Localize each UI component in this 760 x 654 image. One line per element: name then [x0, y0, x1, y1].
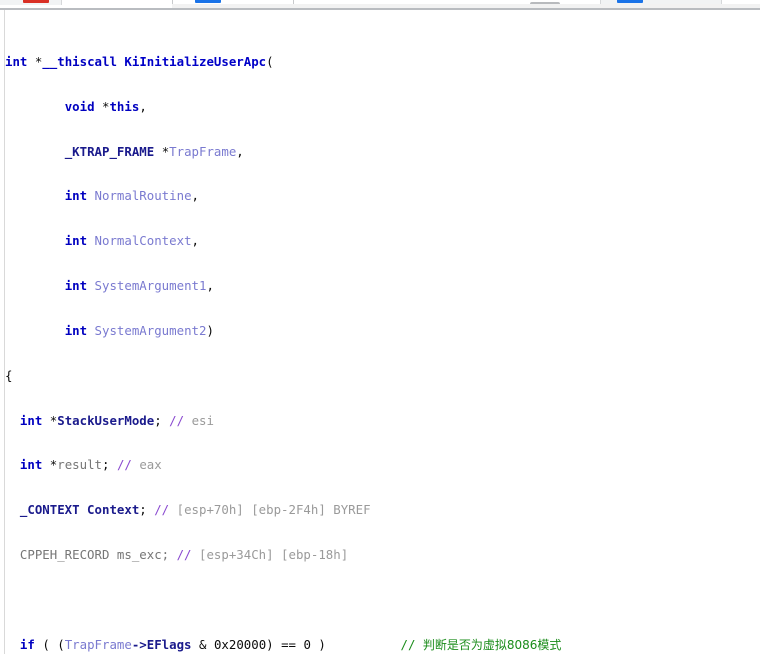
code-line[interactable]: CPPEH_RECORD ms_exc; // [esp+34Ch] [ebp-… [0, 547, 760, 563]
code-line[interactable]: int SystemArgument2) [0, 323, 760, 339]
code-line[interactable]: _CONTEXT Context; // [esp+70h] [ebp-2F4h… [0, 502, 760, 518]
code-line[interactable]: int *result; // eax [0, 457, 760, 473]
code-line[interactable]: int SystemArgument1, [0, 278, 760, 294]
browser-chrome-strip [0, 0, 760, 10]
tab-accent-icon-1 [23, 0, 49, 3]
code-line[interactable]: int NormalContext, [0, 233, 760, 249]
pseudocode-editor[interactable]: int *__thiscall KiInitializeUserApc( voi… [0, 10, 760, 654]
tab-accent-icon-2 [195, 0, 221, 3]
tab-accent-icon-3 [617, 0, 643, 3]
code-line[interactable]: int *__thiscall KiInitializeUserApc( [0, 54, 760, 70]
code-line[interactable]: void *this, [0, 99, 760, 115]
code-line[interactable]: if ( (TrapFrame->EFlags & 0x20000) == 0 … [0, 637, 760, 653]
code-line[interactable]: _KTRAP_FRAME *TrapFrame, [0, 144, 760, 160]
code-line[interactable]: int *StackUserMode; // esi [0, 413, 760, 429]
code-lines-container[interactable]: int *__thiscall KiInitializeUserApc( voi… [0, 10, 760, 654]
code-line[interactable]: int NormalRoutine, [0, 188, 760, 204]
code-line[interactable]: { [0, 368, 760, 384]
